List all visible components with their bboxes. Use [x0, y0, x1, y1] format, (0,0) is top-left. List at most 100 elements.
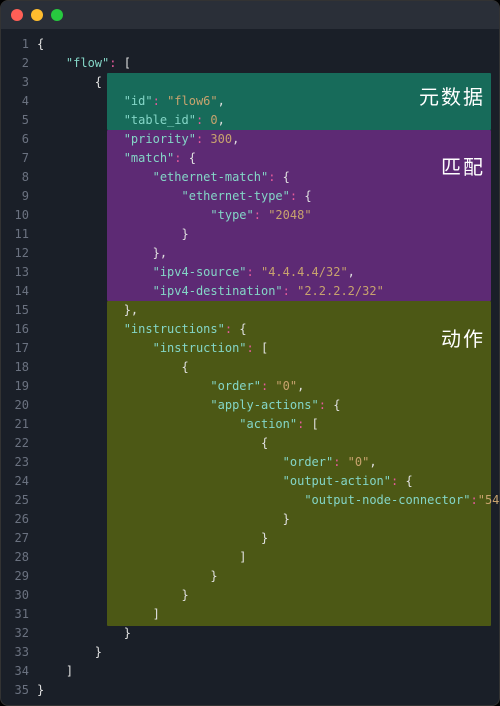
line-number: 1 [1, 35, 37, 54]
code-line: 26 } [1, 510, 499, 529]
code-line: 18 { [1, 358, 499, 377]
line-number: 24 [1, 472, 37, 491]
line-number: 14 [1, 282, 37, 301]
line-number: 30 [1, 586, 37, 605]
line-number: 29 [1, 567, 37, 586]
line-content: "instructions": { [37, 320, 499, 339]
code-line: 30 } [1, 586, 499, 605]
close-icon[interactable] [11, 9, 23, 21]
line-content: "output-node-connector":"54" [37, 491, 500, 510]
line-content: "flow": [ [37, 54, 499, 73]
line-number: 18 [1, 358, 37, 377]
line-number: 5 [1, 111, 37, 130]
line-content: "ethernet-match": { [37, 168, 499, 187]
annotation-match: 匹配 [441, 151, 485, 180]
line-content: ] [37, 662, 499, 681]
line-number: 22 [1, 434, 37, 453]
line-content: ] [37, 548, 499, 567]
line-number: 31 [1, 605, 37, 624]
code-line: 27 } [1, 529, 499, 548]
code-line: 15 }, [1, 301, 499, 320]
line-content: } [37, 529, 499, 548]
minimize-icon[interactable] [31, 9, 43, 21]
line-content: "output-action": { [37, 472, 499, 491]
line-content: "ethernet-type": { [37, 187, 499, 206]
line-content: } [37, 510, 499, 529]
line-content: "type": "2048" [37, 206, 499, 225]
line-content: } [37, 643, 499, 662]
line-number: 7 [1, 149, 37, 168]
line-content: "match": { [37, 149, 499, 168]
line-number: 20 [1, 396, 37, 415]
line-content: } [37, 681, 499, 700]
line-content: } [37, 567, 499, 586]
line-content: "order": "0", [37, 377, 499, 396]
line-content: "action": [ [37, 415, 499, 434]
line-number: 2 [1, 54, 37, 73]
code-line: 24 "output-action": { [1, 472, 499, 491]
titlebar [1, 1, 499, 29]
code-line: 17 "instruction": [ [1, 339, 499, 358]
line-content: "ipv4-destination": "2.2.2.2/32" [37, 282, 499, 301]
line-number: 17 [1, 339, 37, 358]
code-line: 23 "order": "0", [1, 453, 499, 472]
code-line: 21 "action": [ [1, 415, 499, 434]
line-content: } [37, 586, 499, 605]
line-number: 10 [1, 206, 37, 225]
code-line: 8 "ethernet-match": { [1, 168, 499, 187]
code-line: 28 ] [1, 548, 499, 567]
line-number: 35 [1, 681, 37, 700]
zoom-icon[interactable] [51, 9, 63, 21]
line-number: 16 [1, 320, 37, 339]
code-line: 13 "ipv4-source": "4.4.4.4/32", [1, 263, 499, 282]
code-line: 6 "priority": 300, [1, 130, 499, 149]
line-number: 13 [1, 263, 37, 282]
line-content: "table_id": 0, [37, 111, 499, 130]
line-number: 11 [1, 225, 37, 244]
code-editor[interactable]: 元数据 匹配 动作 1{2 "flow": [3 {4 "id": "flow6… [1, 29, 499, 706]
code-line: 9 "ethernet-type": { [1, 187, 499, 206]
line-number: 32 [1, 624, 37, 643]
code-line: 29 } [1, 567, 499, 586]
line-number: 33 [1, 643, 37, 662]
line-number: 19 [1, 377, 37, 396]
code-line: 10 "type": "2048" [1, 206, 499, 225]
line-number: 25 [1, 491, 37, 510]
line-content: "instruction": [ [37, 339, 499, 358]
line-number: 3 [1, 73, 37, 92]
code-line: 20 "apply-actions": { [1, 396, 499, 415]
line-content: "ipv4-source": "4.4.4.4/32", [37, 263, 499, 282]
line-content: }, [37, 301, 499, 320]
code-line: 35} [1, 681, 499, 700]
code-line: 22 { [1, 434, 499, 453]
line-number: 28 [1, 548, 37, 567]
code-line: 5 "table_id": 0, [1, 111, 499, 130]
line-number: 4 [1, 92, 37, 111]
line-content: { [37, 434, 499, 453]
line-content: } [37, 225, 499, 244]
line-content: }, [37, 244, 499, 263]
line-number: 27 [1, 529, 37, 548]
code-line: 32 } [1, 624, 499, 643]
code-line: 25 "output-node-connector":"54" [1, 491, 499, 510]
code-line: 12 }, [1, 244, 499, 263]
line-number: 23 [1, 453, 37, 472]
code-line: 11 } [1, 225, 499, 244]
code-line: 7 "match": { [1, 149, 499, 168]
line-number: 9 [1, 187, 37, 206]
line-content: ] [37, 605, 499, 624]
code-line: 1{ [1, 35, 499, 54]
line-content: "priority": 300, [37, 130, 499, 149]
line-content: { [37, 35, 499, 54]
code-line: 34 ] [1, 662, 499, 681]
line-number: 12 [1, 244, 37, 263]
code-line: 16 "instructions": { [1, 320, 499, 339]
line-content: } [37, 624, 499, 643]
line-number: 34 [1, 662, 37, 681]
code-lines: 1{2 "flow": [3 {4 "id": "flow6",5 "table… [1, 35, 499, 700]
line-content: "order": "0", [37, 453, 499, 472]
code-line: 14 "ipv4-destination": "2.2.2.2/32" [1, 282, 499, 301]
line-number: 8 [1, 168, 37, 187]
code-line: 2 "flow": [ [1, 54, 499, 73]
code-line: 33 } [1, 643, 499, 662]
